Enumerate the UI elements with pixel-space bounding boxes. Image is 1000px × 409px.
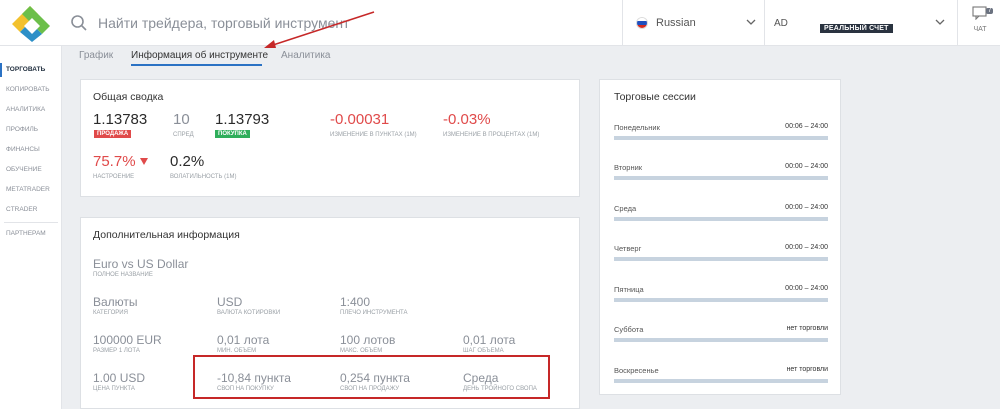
account-type-badge: РЕАЛЬНЫЙ СЧЕТ [820, 24, 893, 33]
category-value: Валюты [93, 295, 138, 309]
change-percent-label: ИЗМЕНЕНИЕ В ПРОЦЕНТАХ (1М) [443, 132, 540, 138]
top-header: Найти трейдера, торговый инструмент Russ… [0, 0, 1000, 46]
session-bar [614, 298, 828, 302]
point-price-label: ЦЕНА ПУНКТА [93, 386, 135, 392]
chat-count-badge: 7 [986, 8, 994, 14]
change-points: -0.00031 [330, 111, 390, 128]
spread-label: СПРЕД [173, 132, 194, 138]
session-day: Четверг [614, 244, 642, 253]
lot-size-value: 100000 EUR [93, 333, 162, 347]
session-bar [614, 136, 828, 140]
tab-chart[interactable]: График [79, 50, 113, 61]
language-label: Russian [656, 17, 696, 29]
highlight-box [193, 355, 550, 399]
summary-title: Общая сводка [93, 91, 164, 103]
volatility-value: 0.2% [170, 153, 205, 170]
search-icon [71, 15, 87, 31]
session-time: 00:00 – 24:00 [785, 285, 828, 292]
account-id: AD [774, 17, 788, 29]
session-time: нет торговли [786, 325, 828, 332]
arrow-annotation-icon [264, 11, 375, 48]
sidebar-item-trade[interactable]: ТОРГОВАТЬ [0, 63, 62, 77]
details-title: Дополнительная информация [93, 229, 240, 241]
spread-value: 10 [173, 111, 190, 128]
full-name-label: ПОЛНОЕ НАЗВАНИЕ [93, 272, 153, 278]
session-bar [614, 217, 828, 221]
sidebar-item-ctrader[interactable]: CTRADER [0, 203, 62, 217]
leverage-label: ПЛЕЧО ИНСТРУМЕНТА [340, 310, 408, 316]
sell-badge: ПРОДАЖА [94, 130, 132, 138]
divider [957, 0, 958, 46]
sessions-title: Торговые сессии [614, 91, 696, 103]
divider [4, 222, 58, 223]
down-triangle-icon [140, 158, 148, 165]
sentiment-label: НАСТРОЕНИЕ [93, 174, 135, 180]
volume-step-value: 0,01 лота [463, 333, 516, 347]
volume-step-label: ШАГ ОБЪЕМА [463, 348, 504, 354]
session-time: 00:06 – 24:00 [785, 123, 828, 130]
active-tab-indicator [131, 64, 262, 66]
flag-icon [636, 17, 648, 29]
volatility-label: ВОЛАТИЛЬНОСТЬ (1М) [170, 174, 237, 180]
chevron-down-icon[interactable] [746, 18, 756, 26]
session-bar [614, 176, 828, 180]
sidebar-item-metatrader[interactable]: METATRADER [0, 183, 62, 197]
chat-button[interactable]: 7 ЧАТ [965, 6, 995, 33]
session-time: 00:00 – 24:00 [785, 244, 828, 251]
quote-currency-label: ВАЛЮТА КОТИРОВКИ [217, 310, 281, 316]
quote-currency-value: USD [217, 295, 243, 309]
tab-instrument-info[interactable]: Информация об инструменте [131, 50, 268, 61]
sidebar-item-analytics[interactable]: АНАЛИТИКА [0, 103, 62, 117]
sidebar-item-education[interactable]: ОБУЧЕНИЕ [0, 163, 62, 177]
session-bar [614, 257, 828, 261]
change-points-label: ИЗМЕНЕНИЕ В ПУНКТАХ (1М) [330, 132, 417, 138]
session-day: Воскресенье [614, 366, 659, 375]
language-selector[interactable]: Russian [636, 0, 696, 46]
sidebar: ТОРГОВАТЬ КОПИРОВАТЬ АНАЛИТИКА ПРОФИЛЬ Ф… [0, 46, 62, 409]
lot-size-label: РАЗМЕР 1 ЛОТА [93, 348, 140, 354]
session-day: Вторник [614, 163, 643, 172]
sidebar-item-partners[interactable]: ПАРТНЕРАМ [0, 227, 62, 241]
sell-price: 1.13783 [93, 111, 148, 128]
session-time: 00:00 – 24:00 [785, 163, 828, 170]
max-volume-value: 100 лотов [340, 333, 396, 347]
full-name-value: Euro vs US Dollar [93, 257, 189, 271]
buy-badge: ПОКУПКА [215, 130, 250, 138]
session-day: Суббота [614, 325, 644, 334]
session-time: 00:00 – 24:00 [785, 204, 828, 211]
logo-icon[interactable] [8, 2, 54, 44]
min-volume-label: МИН. ОБЪЕМ [217, 348, 257, 354]
session-day: Среда [614, 204, 637, 213]
session-time: нет торговли [786, 366, 828, 373]
sidebar-item-finance[interactable]: ФИНАНСЫ [0, 143, 62, 157]
point-price-value: 1.00 USD [93, 371, 146, 385]
session-day: Пятница [614, 285, 644, 294]
category-label: КАТЕГОРИЯ [93, 310, 128, 316]
session-bar [614, 379, 828, 383]
sidebar-item-profile[interactable]: ПРОФИЛЬ [0, 123, 62, 137]
divider [764, 0, 765, 46]
change-percent: -0.03% [443, 111, 491, 128]
max-volume-label: МАКС. ОБЪЕМ [340, 348, 383, 354]
leverage-value: 1:400 [340, 295, 371, 309]
divider [622, 0, 623, 46]
sidebar-item-copy[interactable]: КОПИРОВАТЬ [0, 83, 62, 97]
sentiment-value: 75.7% [93, 153, 136, 170]
session-day: Понедельник [614, 123, 660, 132]
chat-label: ЧАТ [973, 26, 987, 33]
chevron-down-icon[interactable] [935, 18, 945, 26]
tab-analytics[interactable]: Аналитика [281, 50, 331, 61]
min-volume-value: 0,01 лота [217, 333, 270, 347]
buy-price: 1.13793 [215, 111, 270, 128]
account-selector[interactable]: AD [774, 0, 788, 46]
session-bar [614, 338, 828, 342]
